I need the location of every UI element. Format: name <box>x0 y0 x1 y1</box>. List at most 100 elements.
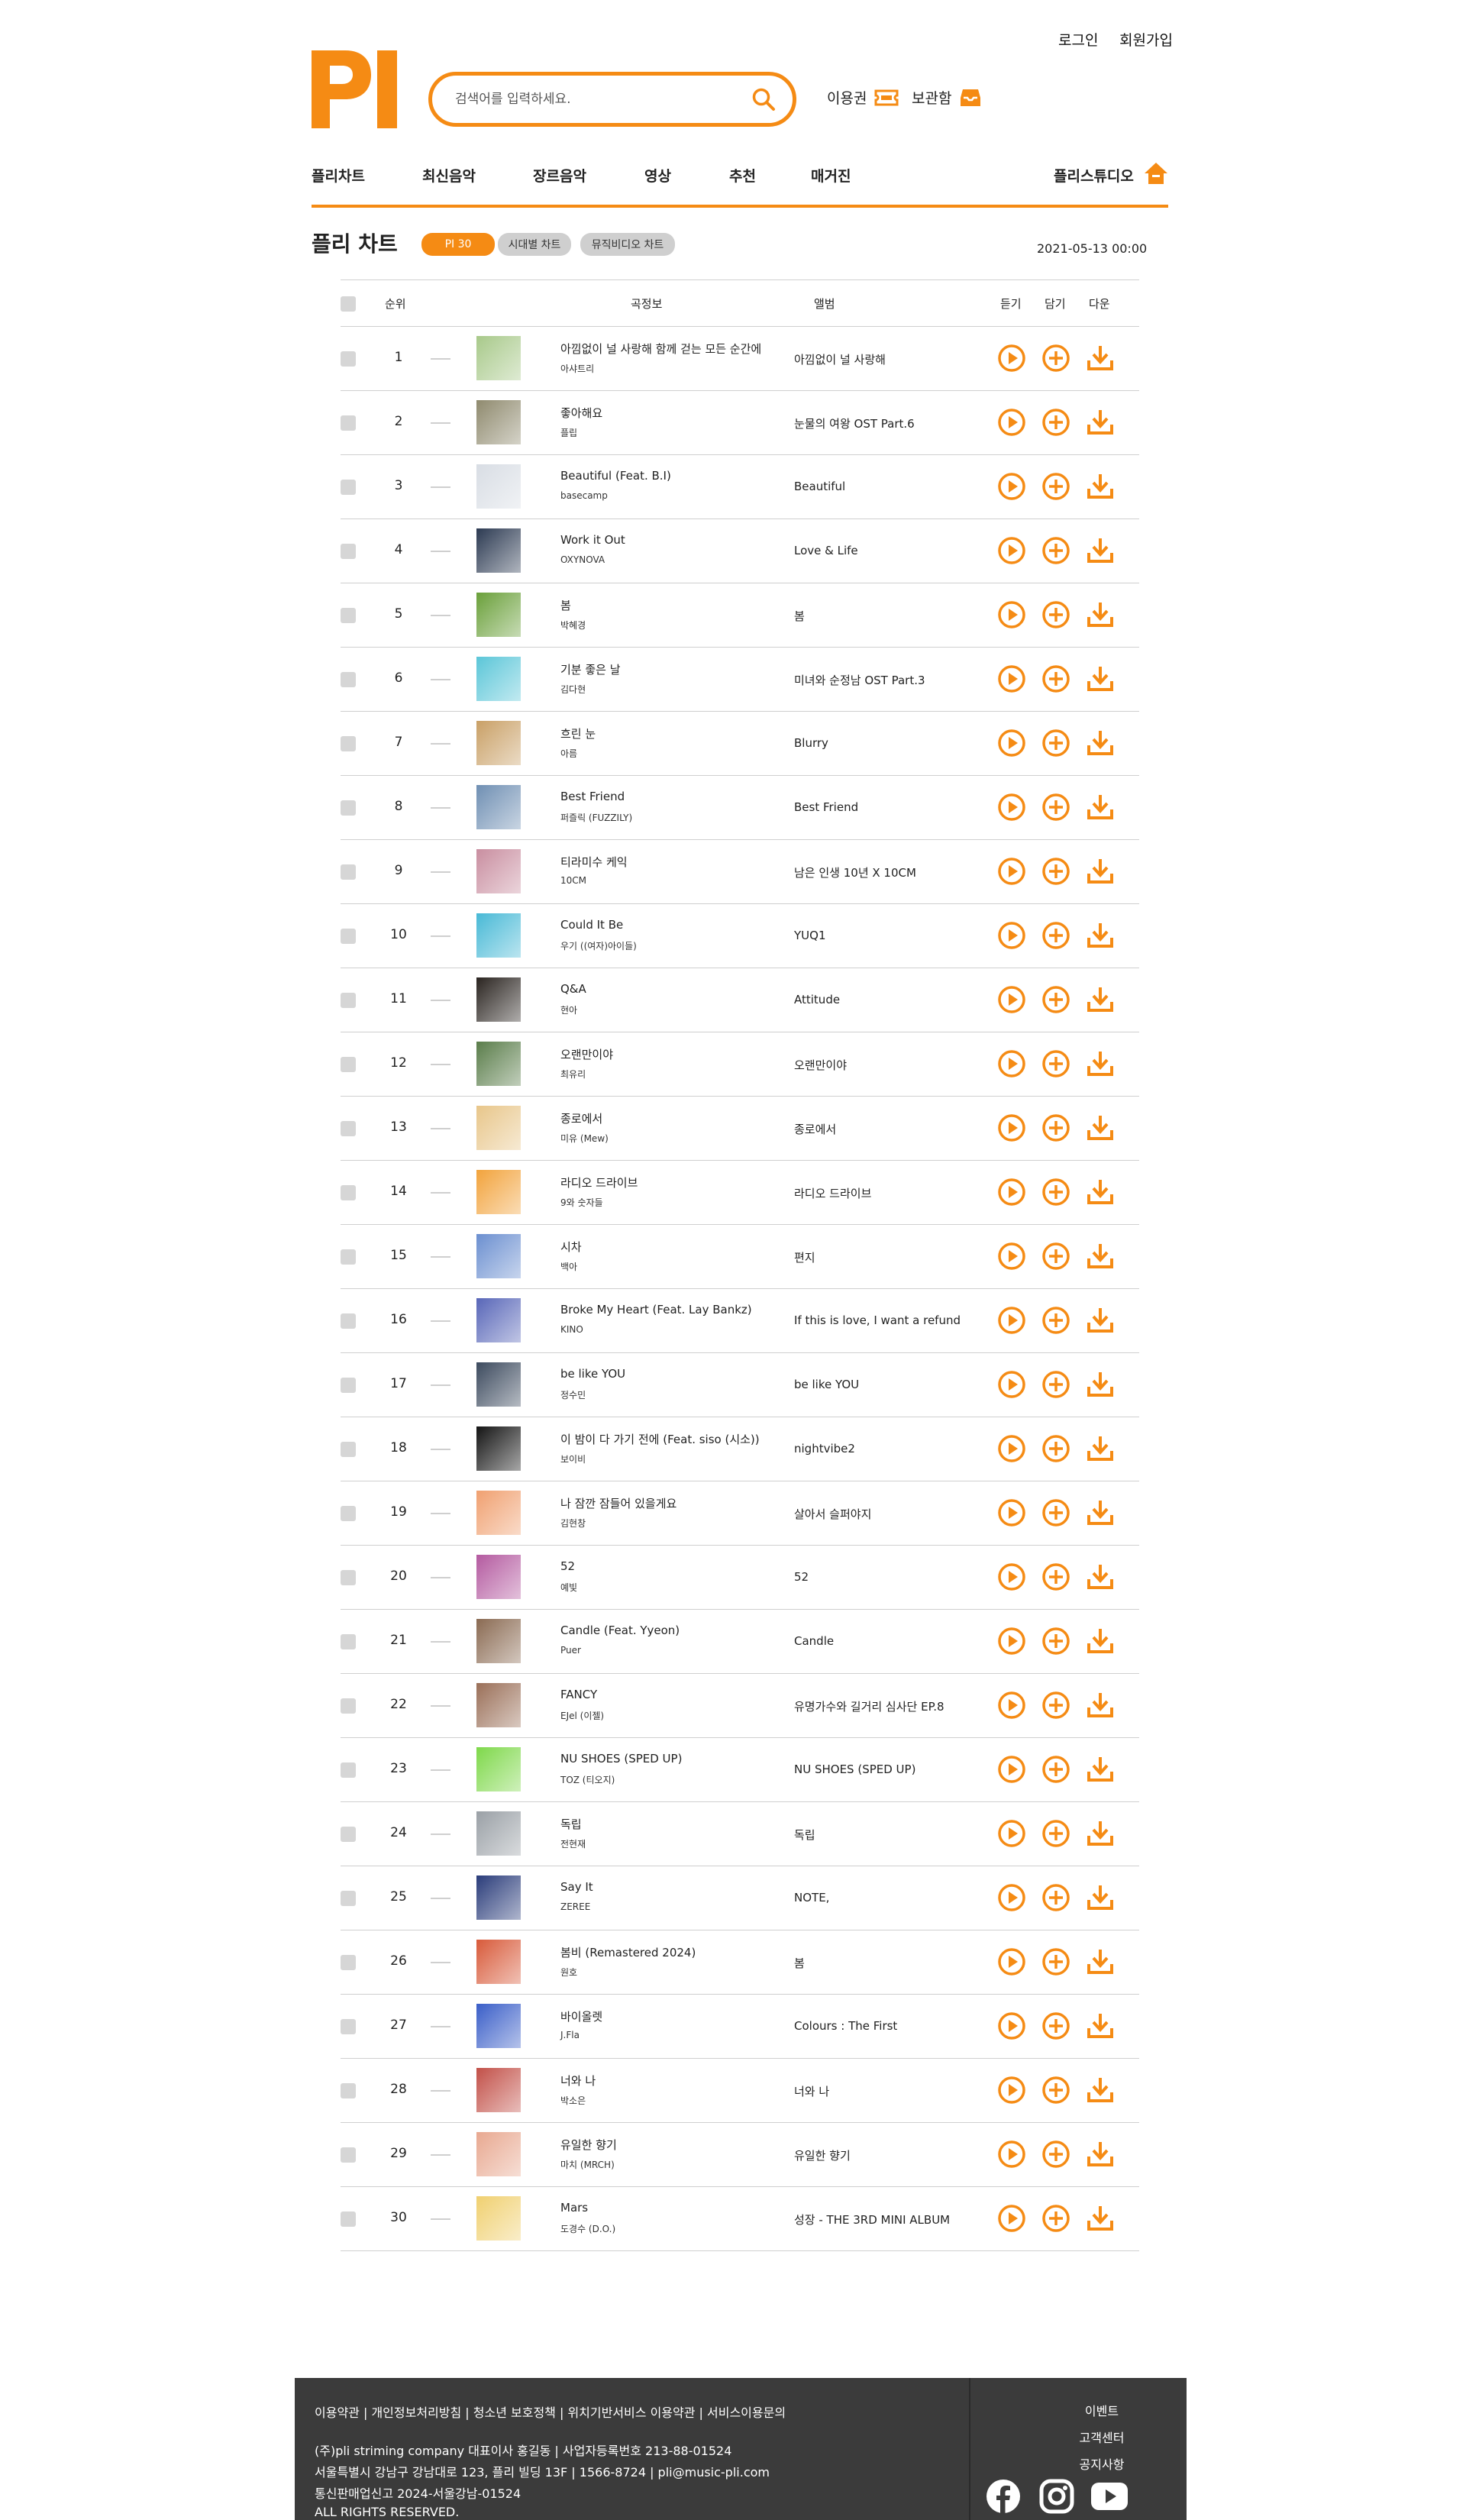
add-icon[interactable] <box>1041 1434 1070 1463</box>
song-title[interactable]: 아낌없이 널 사랑해 함께 걷는 모든 순간에 <box>560 341 761 357</box>
song-artist[interactable]: 아름 <box>560 747 577 760</box>
song-artist[interactable]: OXYNOVA <box>560 554 605 565</box>
play-icon[interactable] <box>997 1370 1026 1399</box>
add-icon[interactable] <box>1041 1049 1070 1078</box>
album-cover[interactable] <box>476 913 521 958</box>
album-cover[interactable] <box>476 849 521 893</box>
table-row[interactable]: 10 Could It Be 우기 ((여자)아이들) YUQ1 <box>341 904 1139 968</box>
play-icon[interactable] <box>997 1178 1026 1207</box>
song-artist[interactable]: 도경수 (D.O.) <box>560 2222 615 2235</box>
row-checkbox[interactable] <box>341 1185 356 1200</box>
table-row[interactable]: 9 티라미수 케익 10CM 남은 인생 10년 X 10CM <box>341 840 1139 904</box>
play-icon[interactable] <box>997 344 1026 373</box>
song-title[interactable]: Mars <box>560 2201 588 2215</box>
play-icon[interactable] <box>997 1434 1026 1463</box>
studio-home-icon[interactable] <box>1144 162 1168 185</box>
song-album[interactable]: 봄 <box>794 608 805 624</box>
row-checkbox[interactable] <box>341 1762 356 1778</box>
download-icon[interactable] <box>1086 1947 1115 1976</box>
song-artist[interactable]: 김다현 <box>560 683 586 696</box>
row-checkbox[interactable] <box>341 1698 356 1714</box>
song-artist[interactable]: 전현재 <box>560 1837 586 1850</box>
add-icon[interactable] <box>1041 408 1070 437</box>
download-icon[interactable] <box>1086 1370 1115 1399</box>
add-icon[interactable] <box>1041 1242 1070 1271</box>
album-cover[interactable] <box>476 2068 521 2112</box>
row-checkbox[interactable] <box>341 351 356 367</box>
download-icon[interactable] <box>1086 2076 1115 2105</box>
row-checkbox[interactable] <box>341 1313 356 1329</box>
table-row[interactable]: 6 기분 좋은 날 김다현 미녀와 순정남 OST Part.3 <box>341 648 1139 712</box>
song-album[interactable]: 너와 나 <box>794 2083 829 2099</box>
song-title[interactable]: NU SHOES (SPED UP) <box>560 1752 682 1766</box>
download-icon[interactable] <box>1086 344 1115 373</box>
song-title[interactable]: Candle (Feat. Yyeon) <box>560 1623 680 1637</box>
download-icon[interactable] <box>1086 1306 1115 1335</box>
play-icon[interactable] <box>997 472 1026 501</box>
song-title[interactable]: Say It <box>560 1880 593 1894</box>
song-album[interactable]: Colours : The First <box>794 2019 897 2033</box>
album-cover[interactable] <box>476 1940 521 1984</box>
download-icon[interactable] <box>1086 985 1115 1014</box>
row-checkbox[interactable] <box>341 2211 356 2227</box>
download-icon[interactable] <box>1086 1178 1115 1207</box>
download-icon[interactable] <box>1086 1242 1115 1271</box>
song-artist[interactable]: basecamp <box>560 490 608 501</box>
album-cover[interactable] <box>476 657 521 701</box>
add-icon[interactable] <box>1041 857 1070 886</box>
song-album[interactable]: NOTE, <box>794 1891 829 1905</box>
table-row[interactable]: 14 라디오 드라이브 9와 숫자들 라디오 드라이브 <box>341 1161 1139 1225</box>
album-cover[interactable] <box>476 593 521 637</box>
play-icon[interactable] <box>997 793 1026 822</box>
song-album[interactable]: YUQ1 <box>794 929 826 942</box>
song-title[interactable]: 시차 <box>560 1239 582 1255</box>
song-album[interactable]: Love & Life <box>794 544 858 557</box>
album-cover[interactable] <box>476 336 521 380</box>
album-cover[interactable] <box>476 1619 521 1663</box>
download-icon[interactable] <box>1086 600 1115 629</box>
download-icon[interactable] <box>1086 664 1115 693</box>
row-checkbox[interactable] <box>341 929 356 944</box>
song-title[interactable]: 티라미수 케익 <box>560 854 628 870</box>
login-link[interactable]: 로그인 <box>1058 29 1098 50</box>
song-artist[interactable]: 정수민 <box>560 1388 586 1401</box>
album-cover[interactable] <box>476 464 521 509</box>
play-icon[interactable] <box>997 1755 1026 1784</box>
download-icon[interactable] <box>1086 2011 1115 2040</box>
song-artist[interactable]: 10CM <box>560 875 586 886</box>
tab-mv-chart[interactable]: 뮤직비디오 차트 <box>580 233 675 256</box>
song-artist[interactable]: 마치 (MRCH) <box>560 2158 615 2171</box>
nav-item-genre[interactable]: 장르음악 <box>533 165 586 186</box>
album-cover[interactable] <box>476 1298 521 1342</box>
song-artist[interactable]: 박혜경 <box>560 619 586 632</box>
nav-item-video[interactable]: 영상 <box>644 165 671 186</box>
song-artist[interactable]: 원호 <box>560 1966 577 1979</box>
add-icon[interactable] <box>1041 1691 1070 1720</box>
album-cover[interactable] <box>476 721 521 765</box>
song-artist[interactable]: J.Fla <box>560 2030 580 2040</box>
download-icon[interactable] <box>1086 921 1115 950</box>
song-album[interactable]: 유명가수와 길거리 심사단 EP.8 <box>794 1698 945 1714</box>
download-icon[interactable] <box>1086 729 1115 758</box>
download-icon[interactable] <box>1086 408 1115 437</box>
play-icon[interactable] <box>997 985 1026 1014</box>
album-cover[interactable] <box>476 977 521 1022</box>
table-row[interactable]: 22 FANCY EJel (이젤) 유명가수와 길거리 심사단 EP.8 <box>341 1674 1139 1738</box>
song-title[interactable]: 봄 <box>560 597 571 613</box>
add-icon[interactable] <box>1041 1370 1070 1399</box>
nav-item-magazine[interactable]: 매거진 <box>811 165 851 186</box>
song-album[interactable]: 눈물의 여왕 OST Part.6 <box>794 415 915 431</box>
play-icon[interactable] <box>997 729 1026 758</box>
add-icon[interactable] <box>1041 1755 1070 1784</box>
song-artist[interactable]: Puer <box>560 1645 581 1656</box>
play-icon[interactable] <box>997 1819 1026 1848</box>
tab-pi30[interactable]: PI 30 <box>421 233 495 256</box>
add-icon[interactable] <box>1041 793 1070 822</box>
add-icon[interactable] <box>1041 1498 1070 1527</box>
album-cover[interactable] <box>476 400 521 444</box>
song-title[interactable]: 52 <box>560 1559 575 1573</box>
add-icon[interactable] <box>1041 2204 1070 2233</box>
add-icon[interactable] <box>1041 2011 1070 2040</box>
row-checkbox[interactable] <box>341 2147 356 2163</box>
add-icon[interactable] <box>1041 1178 1070 1207</box>
